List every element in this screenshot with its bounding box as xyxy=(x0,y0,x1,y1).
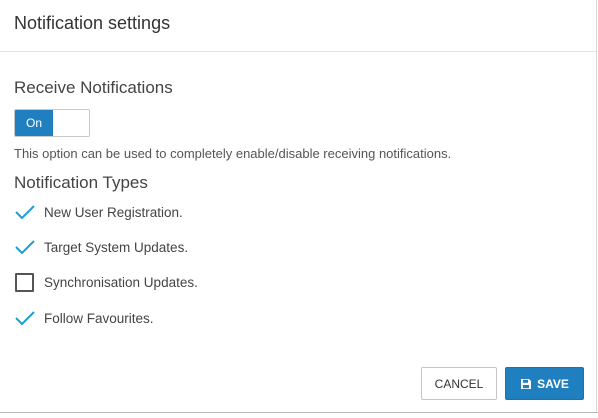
option-label: New User Registration. xyxy=(44,204,183,220)
background-page-edge xyxy=(0,412,598,418)
save-button[interactable]: SAVE xyxy=(505,367,584,400)
toggle-off-area xyxy=(53,110,89,136)
checkmark-icon xyxy=(14,236,36,258)
save-button-label: SAVE xyxy=(537,376,569,391)
dialog-header: Notification settings xyxy=(0,0,596,52)
notification-settings-dialog: Notification settings Receive Notificati… xyxy=(0,0,597,412)
notification-types-heading: Notification Types xyxy=(14,173,148,192)
checkbox-unchecked-icon xyxy=(15,272,34,292)
floppy-disk-icon xyxy=(521,378,532,389)
option-label: Synchronisation Updates. xyxy=(44,274,198,290)
toggle-on-label: On xyxy=(15,110,53,136)
option-label: Target System Updates. xyxy=(44,239,189,255)
cancel-button[interactable]: CANCEL xyxy=(421,367,497,400)
option-new-user-registration[interactable]: New User Registration. xyxy=(14,201,183,223)
receive-notifications-toggle[interactable]: On xyxy=(14,109,90,137)
receive-notifications-heading: Receive Notifications xyxy=(14,78,173,97)
checkmark-icon xyxy=(14,201,36,223)
dialog-title: Notification settings xyxy=(14,13,171,33)
option-synchronisation-updates[interactable]: Synchronisation Updates. xyxy=(14,271,198,293)
checkmark-icon xyxy=(14,307,36,329)
option-target-system-updates[interactable]: Target System Updates. xyxy=(14,236,188,258)
receive-notifications-help: This option can be used to completely en… xyxy=(14,146,452,161)
option-follow-favourites[interactable]: Follow Favourites. xyxy=(14,307,154,329)
option-label: Follow Favourites. xyxy=(44,310,154,326)
